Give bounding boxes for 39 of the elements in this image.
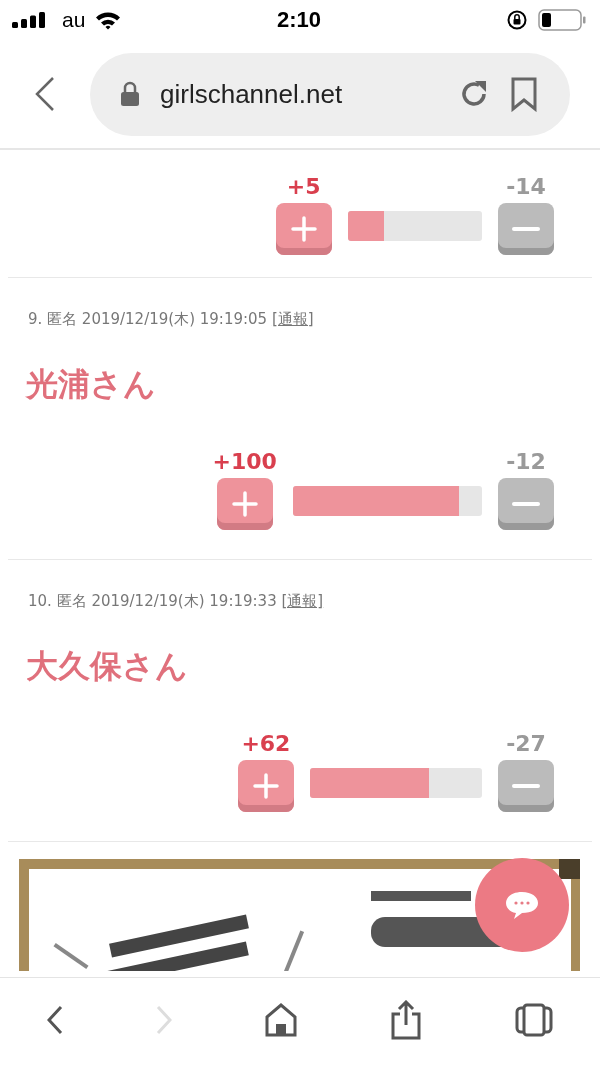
plus-icon xyxy=(231,491,258,517)
minus-icon xyxy=(512,501,540,507)
carrier-name: au xyxy=(62,8,86,32)
back-icon[interactable] xyxy=(46,1004,63,1035)
report-link[interactable]: [通報] xyxy=(281,592,324,610)
wifi-icon xyxy=(95,10,122,30)
minus-icon xyxy=(512,226,540,232)
plus-count: +100 xyxy=(212,449,277,474)
report-link[interactable]: [通報] xyxy=(271,310,314,328)
rotation-lock-icon xyxy=(506,9,528,31)
home-icon[interactable] xyxy=(264,1002,297,1037)
minus-button[interactable] xyxy=(498,203,554,255)
comment-meta: 9. 匿名 2019/12/19(木) 19:19:05 xyxy=(28,310,269,328)
plus-icon xyxy=(290,216,317,242)
share-icon[interactable] xyxy=(390,999,423,1040)
plus-button[interactable] xyxy=(275,203,332,255)
minus-icon xyxy=(512,783,540,789)
plus-button[interactable] xyxy=(237,760,294,812)
url-text: girlschannel.net xyxy=(160,78,343,110)
tabs-icon[interactable] xyxy=(515,1002,554,1037)
minus-count: -14 xyxy=(506,174,546,199)
plus-count: +62 xyxy=(241,731,291,756)
minus-count: -12 xyxy=(506,449,546,474)
bookmark-icon[interactable] xyxy=(510,76,538,112)
comment-text: 大久保さん xyxy=(25,646,189,687)
plus-count: +5 xyxy=(286,174,321,199)
minus-count: -27 xyxy=(506,731,546,756)
chat-bubble-icon xyxy=(504,890,540,920)
clock-time: 2:10 xyxy=(276,7,321,33)
minus-button[interactable] xyxy=(498,760,554,812)
plus-button[interactable] xyxy=(216,478,273,530)
lock-icon xyxy=(120,81,140,107)
comment-meta: 10. 匿名 2019/12/19(木) 19:19:33 xyxy=(28,592,278,610)
address-bar[interactable]: girlschannel.net xyxy=(90,52,570,136)
plus-icon xyxy=(252,773,279,799)
comment-text: 光浦さん xyxy=(24,364,157,405)
minus-button[interactable] xyxy=(498,478,554,530)
back-icon[interactable] xyxy=(34,76,56,112)
battery-icon xyxy=(538,9,586,31)
